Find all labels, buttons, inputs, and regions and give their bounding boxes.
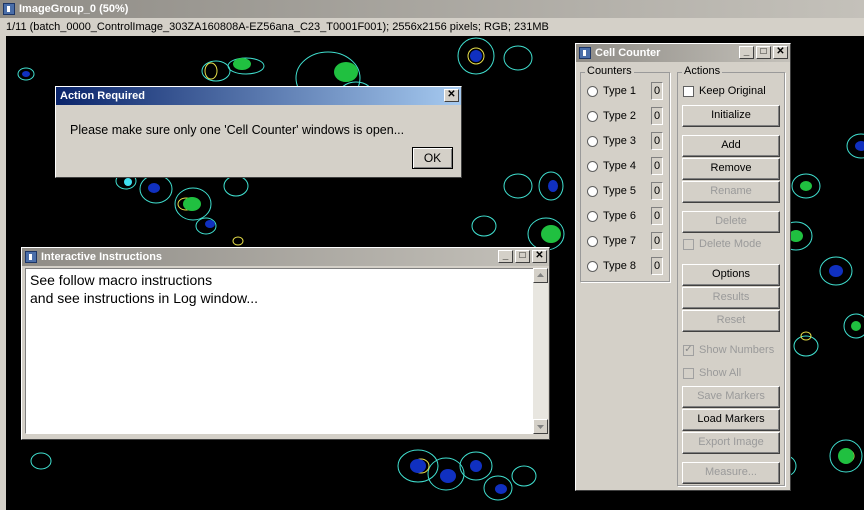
reset-button[interactable]: Reset [682, 310, 780, 332]
save-markers-button[interactable]: Save Markers [682, 386, 780, 408]
imagej-icon [3, 3, 15, 15]
add-button[interactable]: Add [682, 135, 780, 157]
counter-label: Type 7 [603, 235, 637, 247]
instructions-text-area[interactable]: See follow macro instructions and see in… [25, 268, 534, 434]
instructions-titlebar[interactable]: Interactive Instructions [22, 248, 549, 266]
measure-button[interactable]: Measure... [682, 462, 780, 484]
results-button[interactable]: Results [682, 287, 780, 309]
counter-label: Type 8 [603, 260, 637, 272]
counter-value: 0 [651, 132, 663, 150]
counter-type-5[interactable]: Type 5 [587, 181, 636, 201]
maximize-icon[interactable]: □ [756, 46, 771, 59]
image-window-titlebar[interactable]: ImageGroup_0 (50%) [0, 0, 864, 18]
action-required-dialog: Action Required ✕ Please make sure only … [55, 86, 462, 178]
action-dialog-titlebar[interactable]: Action Required [56, 87, 461, 105]
counter-value: 0 [651, 107, 663, 125]
action-dialog-title: Action Required [60, 90, 145, 102]
radio-button[interactable] [587, 185, 598, 197]
checkbox[interactable] [683, 367, 694, 379]
counter-type-7[interactable]: Type 7 [587, 231, 636, 251]
initialize-button[interactable]: Initialize [682, 105, 780, 127]
counter-type-3[interactable]: Type 3 [587, 131, 636, 151]
show-all-label: Show All [699, 367, 742, 379]
checkbox[interactable] [683, 85, 694, 97]
maximize-icon[interactable]: □ [515, 250, 530, 263]
options-button[interactable]: Options [682, 264, 780, 286]
counter-type-2[interactable]: Type 2 [587, 106, 636, 126]
delete-mode-label: Delete Mode [699, 238, 762, 250]
cell-counter-controls: _ □ ✕ [739, 46, 788, 59]
counter-value: 0 [651, 82, 663, 100]
minimize-icon[interactable]: _ [739, 46, 754, 59]
scroll-down-button[interactable] [533, 419, 548, 434]
close-icon[interactable]: ✕ [532, 250, 547, 263]
counters-group: Counters Type 1 0 Type 2 0 Type 3 0 Type… [580, 65, 670, 282]
counter-label: Type 1 [603, 85, 637, 97]
remove-button[interactable]: Remove [682, 158, 780, 180]
radio-button[interactable] [587, 85, 598, 97]
counter-label: Type 3 [603, 135, 637, 147]
minimize-icon[interactable]: _ [498, 250, 513, 263]
radio-button[interactable] [587, 260, 598, 272]
vertical-scrollbar[interactable] [533, 268, 548, 434]
radio-button[interactable] [587, 135, 598, 147]
checkbox-checked[interactable]: ✓ [683, 344, 694, 356]
counter-label: Type 6 [603, 210, 637, 222]
load-markers-button[interactable]: Load Markers [682, 409, 780, 431]
image-window-title: ImageGroup_0 (50%) [19, 3, 129, 15]
delete-button[interactable]: Delete [682, 211, 780, 233]
radio-button[interactable] [587, 235, 598, 247]
rename-button[interactable]: Rename [682, 181, 780, 203]
actions-group: Actions Keep Original Initialize Add Rem… [677, 65, 785, 486]
counter-value: 0 [651, 157, 663, 175]
counter-label: Type 5 [603, 185, 637, 197]
counter-type-4[interactable]: Type 4 [587, 156, 636, 176]
radio-button[interactable] [587, 160, 598, 172]
instructions-line: See follow macro instructions [30, 272, 213, 288]
arrow-up-icon [537, 273, 544, 277]
checkbox[interactable] [683, 238, 694, 250]
counters-label: Counters [585, 65, 634, 77]
cell-counter-title: Cell Counter [595, 47, 661, 59]
counter-value: 0 [651, 207, 663, 225]
action-dialog-controls: ✕ [444, 89, 459, 102]
counter-value: 0 [651, 182, 663, 200]
radio-button[interactable] [587, 110, 598, 122]
action-dialog-message: Please make sure only one 'Cell Counter'… [70, 123, 405, 137]
arrow-down-icon [537, 425, 544, 429]
show-numbers-checkbox[interactable]: ✓ Show Numbers [683, 344, 774, 356]
imagej-icon [25, 251, 37, 263]
counter-label: Type 4 [603, 160, 637, 172]
counter-type-6[interactable]: Type 6 [587, 206, 636, 226]
counter-value: 0 [651, 232, 663, 250]
keep-original-label: Keep Original [699, 85, 766, 97]
image-info-line: 1/11 (batch_0000_ControlImage_303ZA16080… [6, 21, 549, 33]
close-icon[interactable]: ✕ [444, 89, 459, 102]
instructions-line: and see instructions in Log window... [30, 290, 259, 306]
show-numbers-label: Show Numbers [699, 344, 775, 356]
java-icon [579, 47, 591, 59]
close-icon[interactable]: ✕ [773, 46, 788, 59]
instructions-title: Interactive Instructions [41, 251, 163, 263]
actions-label: Actions [682, 65, 723, 77]
instructions-controls: _ □ ✕ [498, 250, 547, 263]
ok-button[interactable]: OK [412, 147, 453, 169]
counter-value: 0 [651, 257, 663, 275]
scroll-up-button[interactable] [533, 268, 548, 283]
cell-counter-window: Cell Counter _ □ ✕ Counters Type 1 0 Typ… [575, 43, 791, 491]
counter-type-8[interactable]: Type 8 [587, 256, 636, 276]
counter-label: Type 2 [603, 110, 637, 122]
delete-mode-checkbox[interactable]: Delete Mode [683, 238, 761, 250]
radio-button[interactable] [587, 210, 598, 222]
keep-original-checkbox[interactable]: Keep Original [683, 85, 766, 97]
interactive-instructions-window: Interactive Instructions _ □ ✕ See follo… [21, 247, 550, 440]
export-image-button[interactable]: Export Image [682, 432, 780, 454]
show-all-checkbox[interactable]: Show All [683, 367, 741, 379]
counter-type-1[interactable]: Type 1 [587, 81, 636, 101]
